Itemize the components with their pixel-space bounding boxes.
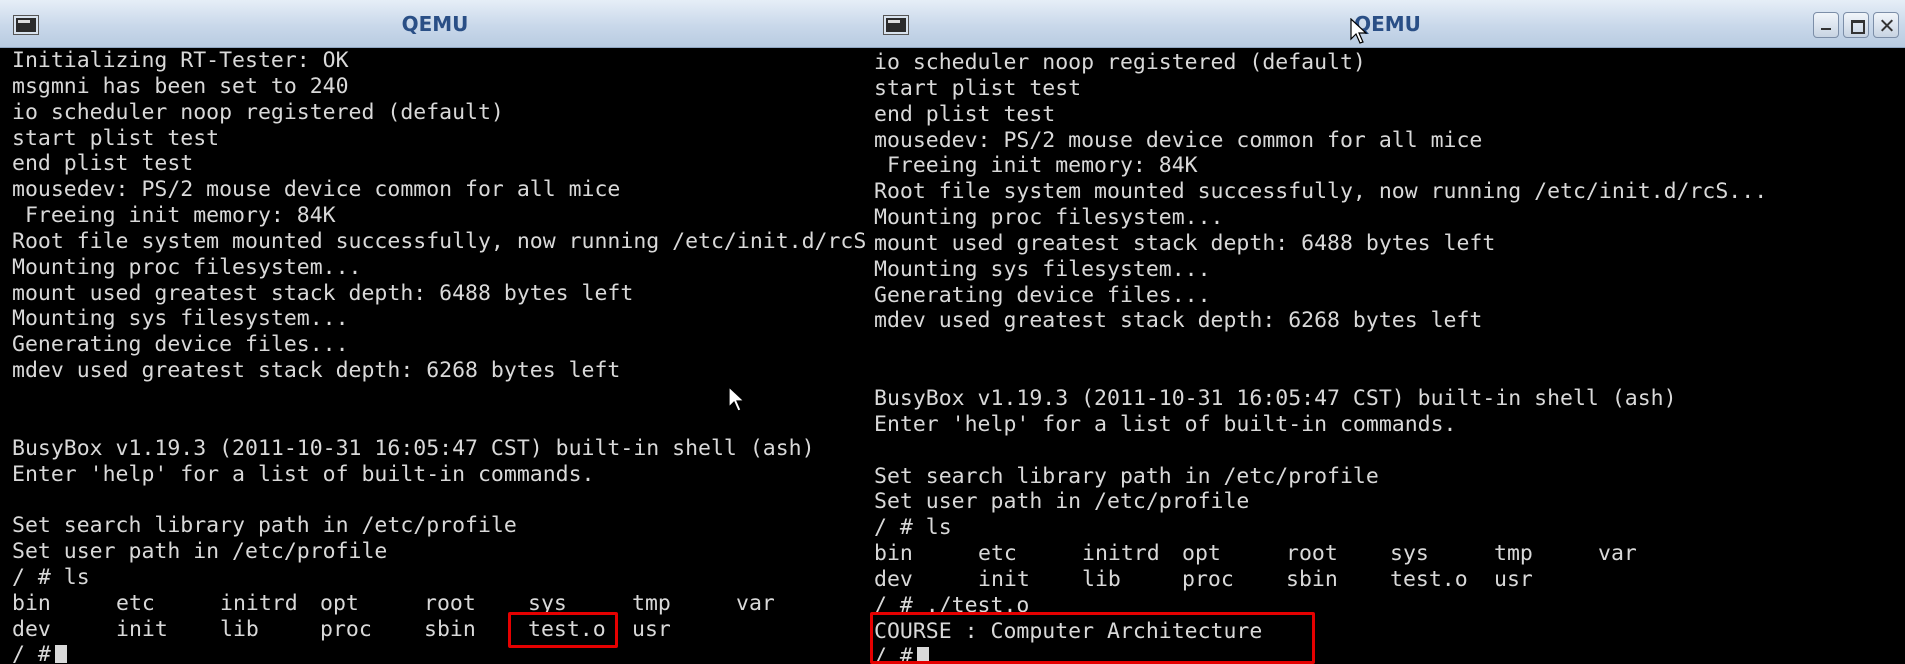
console-line: Set user path in /etc/profile: [874, 489, 1250, 515]
ls-entry: opt: [320, 590, 359, 616]
console-line: Mounting proc filesystem...: [12, 254, 362, 280]
qemu-window-left[interactable]: QEMU Initializing RT-Tester: OK msgmni ha…: [0, 0, 870, 664]
console-line: Set user path in /etc/profile: [12, 539, 388, 565]
ls-entry: usr: [1494, 566, 1533, 592]
ls-entry: etc: [116, 590, 155, 616]
console-line: Enter 'help' for a list of built-in comm…: [12, 461, 595, 487]
maximize-icon[interactable]: [1843, 12, 1869, 38]
ls-entry: bin: [874, 541, 913, 567]
window-controls: [1813, 12, 1899, 38]
shell-prompt[interactable]: / #: [12, 642, 870, 664]
console-line: mdev used greatest stack depth: 6268 byt…: [12, 358, 621, 384]
console-line: start plist test: [12, 125, 220, 151]
console-line: / # ls: [874, 515, 952, 541]
ls-entry: opt: [1182, 541, 1221, 567]
console-line: Set search library path in /etc/profile: [12, 513, 517, 539]
ls-entry: var: [736, 590, 775, 616]
console-line: BusyBox v1.19.3 (2011-10-31 16:05:47 CST…: [12, 435, 815, 461]
console-line: Set search library path in /etc/profile: [874, 463, 1379, 489]
minimize-icon[interactable]: [1813, 12, 1839, 38]
window-title: QEMU: [1354, 12, 1421, 36]
title-bar[interactable]: QEMU: [870, 0, 1905, 48]
ls-entry: lib: [220, 616, 259, 642]
console-output: Initializing RT-Tester: OK msgmni has bee…: [12, 48, 870, 591]
console-line: Mounting sys filesystem...: [874, 256, 1211, 282]
ls-output-row: dev init lib proc sbin test.o usr: [874, 567, 1905, 593]
window-title: QEMU: [401, 12, 469, 36]
console-line: msgmni has been set to 240: [12, 73, 349, 99]
console-output: io scheduler noop registered (default) st…: [874, 50, 1905, 541]
ls-entry: initrd: [220, 590, 298, 616]
terminal-console[interactable]: io scheduler noop registered (default) st…: [874, 50, 1905, 664]
console-line: Root file system mounted successfully, n…: [12, 228, 870, 254]
ls-entry: var: [1598, 541, 1637, 567]
console-line: Initializing RT-Tester: OK: [12, 48, 349, 73]
console-line: Root file system mounted successfully, n…: [874, 179, 1768, 205]
console-line: mousedev: PS/2 mouse device common for a…: [874, 127, 1483, 153]
console-line: start plist test: [874, 75, 1082, 101]
console-line: io scheduler noop registered (default): [874, 50, 1366, 75]
ls-entry: lib: [1082, 566, 1121, 592]
console-line: Enter 'help' for a list of built-in comm…: [874, 411, 1457, 437]
ls-entry: sys: [1390, 541, 1429, 567]
console-line: BusyBox v1.19.3 (2011-10-31 16:05:47 CST…: [874, 385, 1677, 411]
annotation-box-program-output: [870, 612, 1315, 664]
qemu-window-right[interactable]: QEMU io scheduler noop registered (defau…: [870, 0, 1905, 664]
console-line: mousedev: PS/2 mouse device common for a…: [12, 177, 621, 203]
ls-output-row: bin etc initrd opt root sys tmp var: [12, 591, 870, 617]
terminal-console[interactable]: Initializing RT-Tester: OK msgmni has bee…: [12, 48, 870, 664]
ls-entry: dev: [12, 616, 51, 642]
console-line: Generating device files...: [12, 332, 349, 358]
ls-entry: etc: [978, 541, 1017, 567]
console-line: mount used greatest stack depth: 6488 by…: [12, 280, 634, 306]
ls-entry: tmp: [632, 590, 671, 616]
console-line: Freeing init memory: 84K: [874, 153, 1198, 179]
console-line: Generating device files...: [874, 282, 1211, 308]
ls-entry: bin: [12, 590, 51, 616]
ls-entry: dev: [874, 566, 913, 592]
title-bar[interactable]: QEMU: [0, 0, 870, 48]
console-line: Freeing init memory: 84K: [12, 203, 336, 229]
console-line: io scheduler noop registered (default): [12, 99, 504, 125]
ls-entry: root: [1286, 541, 1338, 567]
ls-entry: initrd: [1082, 541, 1160, 567]
console-line: / # ls: [12, 564, 90, 590]
prompt-text: / #: [12, 642, 51, 664]
ls-output-row: dev init lib proc sbin test.o usr: [12, 617, 870, 643]
close-icon[interactable]: [1873, 12, 1899, 38]
console-line: mdev used greatest stack depth: 6268 byt…: [874, 308, 1483, 334]
console-line: end plist test: [12, 151, 194, 177]
ls-output-row: bin etc initrd opt root sys tmp var: [874, 541, 1905, 567]
ls-entry: init: [978, 566, 1030, 592]
ls-entry: proc: [1182, 566, 1234, 592]
ls-entry: tmp: [1494, 541, 1533, 567]
console-line: Mounting sys filesystem...: [12, 306, 349, 332]
text-cursor: [54, 645, 67, 664]
console-line: mount used greatest stack depth: 6488 by…: [874, 230, 1496, 256]
annotation-box-test-o: [508, 612, 618, 648]
ls-entry: usr: [632, 616, 671, 642]
console-line: Mounting proc filesystem...: [874, 205, 1224, 231]
ls-entry: proc: [320, 616, 372, 642]
ls-entry: sbin: [1286, 566, 1338, 592]
console-line: end plist test: [874, 101, 1056, 127]
ls-entry: test.o: [1390, 566, 1468, 592]
ls-entry: init: [116, 616, 168, 642]
